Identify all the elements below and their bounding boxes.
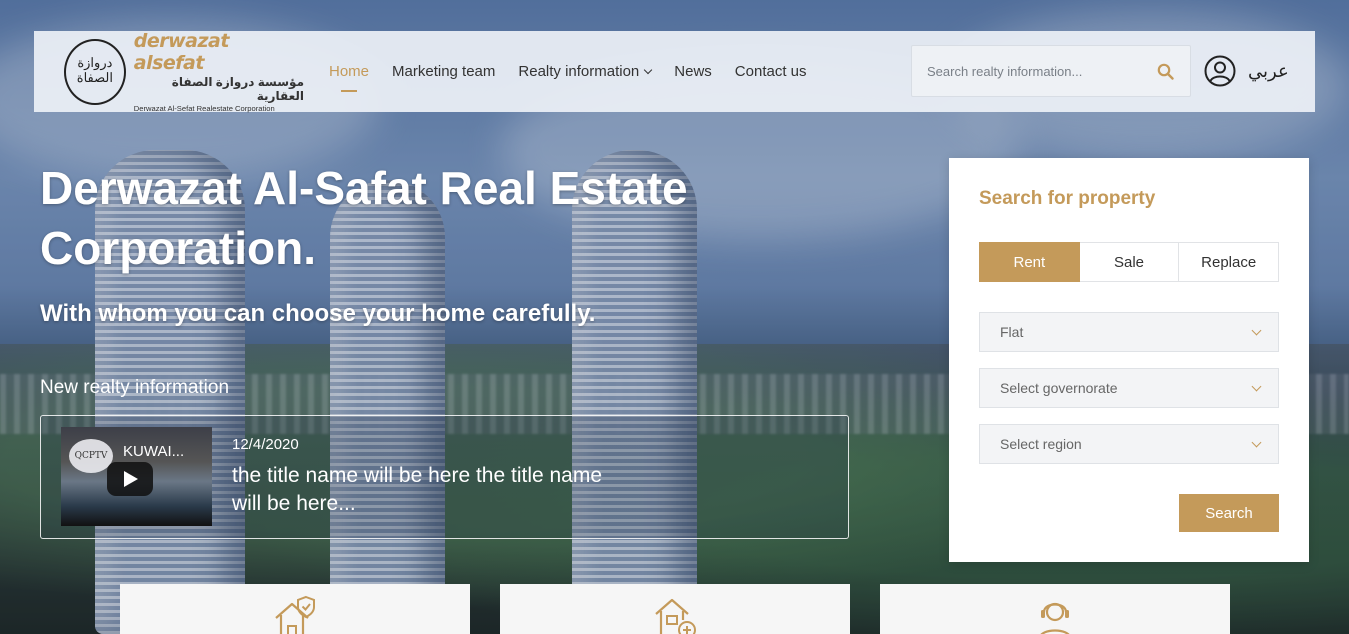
chevron-down-icon xyxy=(1251,437,1262,448)
play-icon[interactable] xyxy=(106,461,153,496)
nav-home[interactable]: Home xyxy=(329,63,370,92)
main-nav: Home Marketing team Realty information N… xyxy=(329,31,830,112)
house-add-icon xyxy=(655,598,696,634)
video-thumbnail[interactable]: QCPTV KUWAI... xyxy=(61,427,212,526)
property-type-select[interactable]: Flat xyxy=(979,312,1279,352)
news-date: 12/4/2020 xyxy=(232,436,299,453)
logo-brand-en: derwazat alsefat xyxy=(133,30,230,74)
search-icon xyxy=(1157,63,1174,80)
tab-sale[interactable]: Sale xyxy=(1079,242,1180,282)
nav-home-label: Home xyxy=(329,63,370,80)
search-button[interactable] xyxy=(1140,46,1190,96)
nav-marketing-team-label: Marketing team xyxy=(392,63,496,80)
news-card[interactable]: QCPTV KUWAI... 12/4/2020 the title name … xyxy=(40,415,849,539)
property-search-panel: Search for property Rent Sale Replace Fl… xyxy=(949,158,1309,562)
hero-title: Derwazat Al-Safat Real Estate Corporatio… xyxy=(40,162,688,274)
site-logo[interactable]: دروازة الصفاة derwazat alsefat مؤسسة درو… xyxy=(64,30,304,113)
region-select[interactable]: Select region xyxy=(979,424,1279,464)
nav-realty-information-label: Realty information xyxy=(518,63,640,80)
property-search-button[interactable]: Search xyxy=(1179,494,1279,532)
logo-emblem: دروازة الصفاة xyxy=(64,38,126,105)
nav-realty-information[interactable]: Realty information xyxy=(518,63,653,80)
chevron-down-icon xyxy=(644,65,653,74)
feature-card-add-property[interactable] xyxy=(500,584,850,634)
tab-rent[interactable]: Rent xyxy=(979,242,1080,282)
realty-search-input[interactable] xyxy=(912,46,1140,96)
support-agent-icon xyxy=(1040,602,1070,634)
chevron-down-icon xyxy=(1251,325,1262,336)
logo-subtitle: Derwazat Al-Sefat Realestate Corporation xyxy=(133,104,275,113)
nav-contact-us-label: Contact us xyxy=(734,63,807,80)
governorate-select[interactable]: Select governorate xyxy=(979,368,1279,408)
region-value: Select region xyxy=(1000,436,1082,452)
listing-type-tabs: Rent Sale Replace xyxy=(979,242,1280,282)
logo-emblem-text: دروازة الصفاة xyxy=(76,56,113,86)
logo-wordmark: derwazat alsefat مؤسسة دروازة الصفاة الع… xyxy=(134,30,304,113)
site-header: دروازة الصفاة derwazat alsefat مؤسسة درو… xyxy=(34,30,1315,113)
hero-subtitle: With whom you can choose your home caref… xyxy=(40,300,596,327)
tab-replace[interactable]: Replace xyxy=(1179,242,1280,282)
news-title[interactable]: the title name will be here the title na… xyxy=(232,462,632,518)
new-realty-info-label: New realty information xyxy=(40,377,230,398)
nav-news-label: News xyxy=(674,63,712,80)
governorate-value: Select governorate xyxy=(1000,380,1118,396)
language-switch[interactable]: عربي xyxy=(1248,61,1289,82)
property-type-value: Flat xyxy=(1000,324,1024,340)
chevron-down-icon xyxy=(1251,381,1262,392)
realty-search xyxy=(911,45,1191,97)
logo-brand-ar: مؤسسة دروازة الصفاة العقارية xyxy=(171,75,304,103)
feature-card-secure-home[interactable] xyxy=(120,584,470,634)
nav-news[interactable]: News xyxy=(674,63,712,80)
nav-marketing-team[interactable]: Marketing team xyxy=(392,63,495,80)
user-circle-icon[interactable] xyxy=(1204,55,1236,87)
nav-contact-us[interactable]: Contact us xyxy=(735,63,807,80)
feature-card-support[interactable] xyxy=(880,584,1230,634)
house-shield-icon xyxy=(275,595,315,634)
video-title: KUWAI... xyxy=(123,443,185,460)
property-search-title: Search for property xyxy=(979,188,1156,209)
